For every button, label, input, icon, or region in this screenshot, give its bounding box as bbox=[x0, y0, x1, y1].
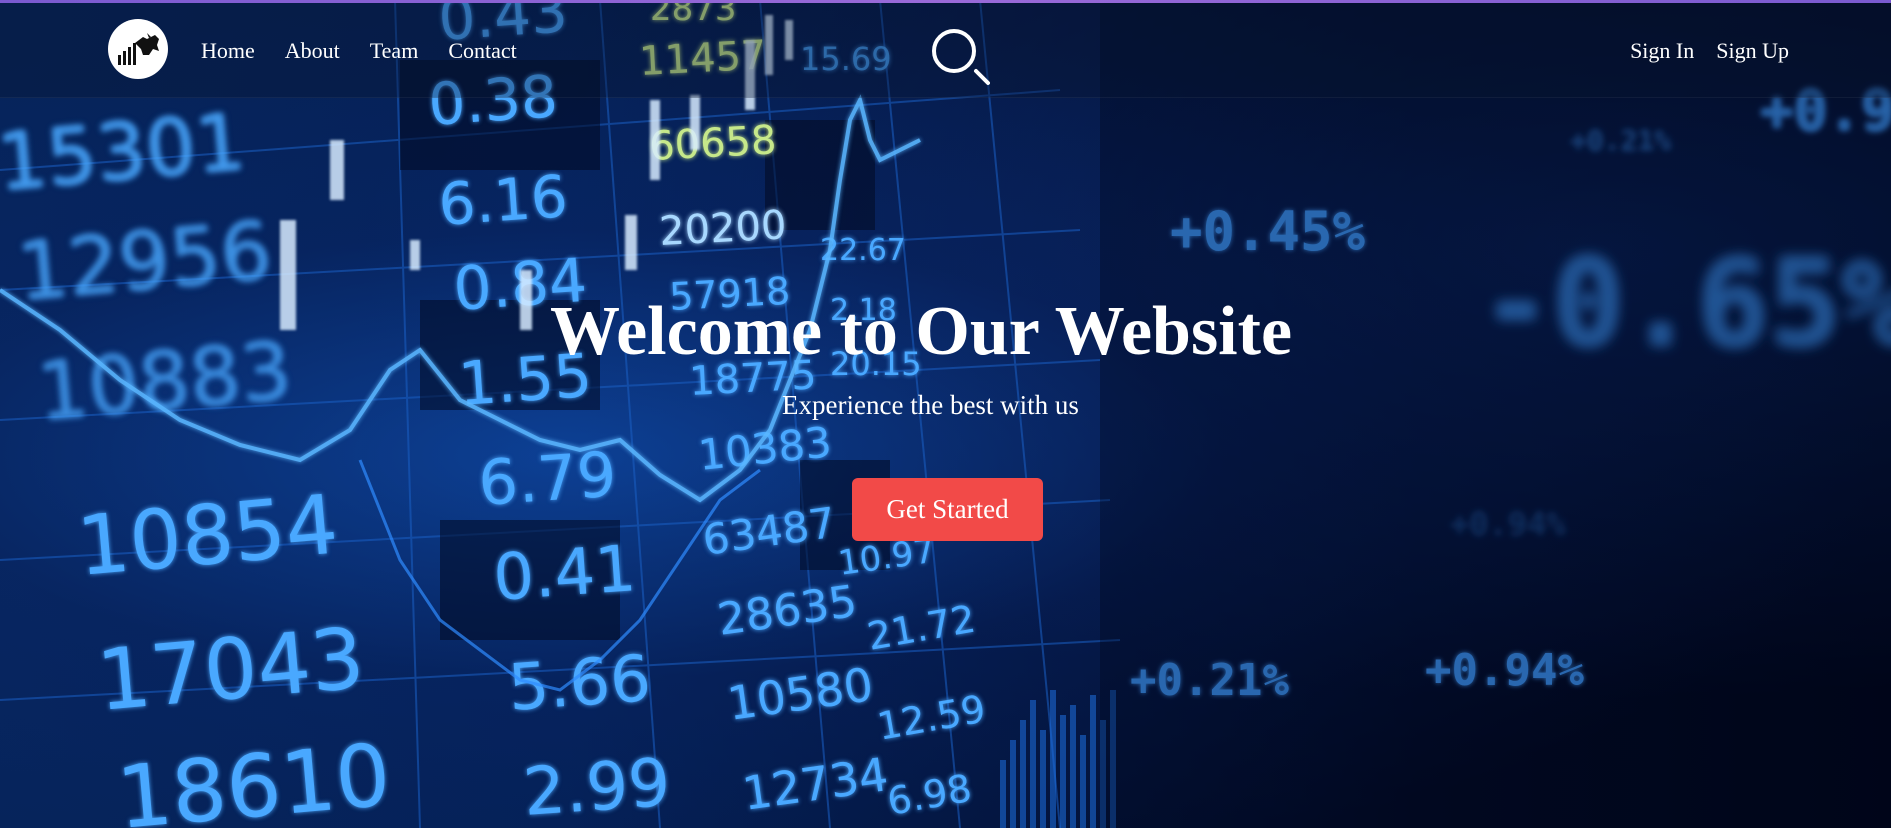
svg-text:6.79: 6.79 bbox=[476, 438, 619, 520]
svg-text:21.72: 21.72 bbox=[864, 597, 979, 659]
svg-text:5.66: 5.66 bbox=[506, 642, 653, 726]
svg-text:0.41: 0.41 bbox=[491, 532, 638, 616]
svg-text:60658: 60658 bbox=[648, 117, 777, 170]
main-nav: Home About Team Contact bbox=[201, 37, 547, 65]
search-icon[interactable] bbox=[930, 27, 990, 87]
nav-contact[interactable]: Contact bbox=[448, 37, 516, 65]
sign-up-link[interactable]: Sign Up bbox=[1716, 37, 1789, 65]
hero: Welcome to Our Website Experience the be… bbox=[0, 290, 1891, 422]
svg-text:28635: 28635 bbox=[714, 576, 860, 646]
nav-home[interactable]: Home bbox=[201, 37, 255, 65]
hero-title: Welcome to Our Website bbox=[549, 293, 1293, 370]
svg-text:10854: 10854 bbox=[73, 478, 341, 595]
sign-in-link[interactable]: Sign In bbox=[1630, 37, 1694, 65]
svg-text:12.59: 12.59 bbox=[874, 687, 989, 749]
svg-text:15301: 15301 bbox=[0, 98, 249, 209]
hero-subtitle: Experience the best with us bbox=[782, 390, 1079, 420]
page: 0.43 0.38 6.16 0.84 1.55 6.79 0.41 5.66 … bbox=[0, 0, 1891, 828]
svg-text:2.99: 2.99 bbox=[521, 744, 673, 828]
svg-text:10580: 10580 bbox=[724, 657, 876, 731]
auth-links: Sign In Sign Up bbox=[1608, 37, 1789, 65]
navbar: Home About Team Contact Sign In Sign Up bbox=[0, 3, 1891, 98]
svg-text:6.98: 6.98 bbox=[884, 766, 975, 824]
svg-text:12734: 12734 bbox=[739, 747, 891, 821]
nav-about[interactable]: About bbox=[285, 37, 340, 65]
svg-text:20200: 20200 bbox=[658, 202, 787, 255]
nav-team[interactable]: Team bbox=[370, 37, 419, 65]
bull-chart-logo-icon[interactable] bbox=[108, 19, 168, 79]
svg-text:18610: 18610 bbox=[113, 725, 394, 828]
get-started-button[interactable]: Get Started bbox=[852, 478, 1043, 541]
svg-text:6.16: 6.16 bbox=[436, 162, 570, 239]
svg-text:17043: 17043 bbox=[93, 609, 368, 730]
